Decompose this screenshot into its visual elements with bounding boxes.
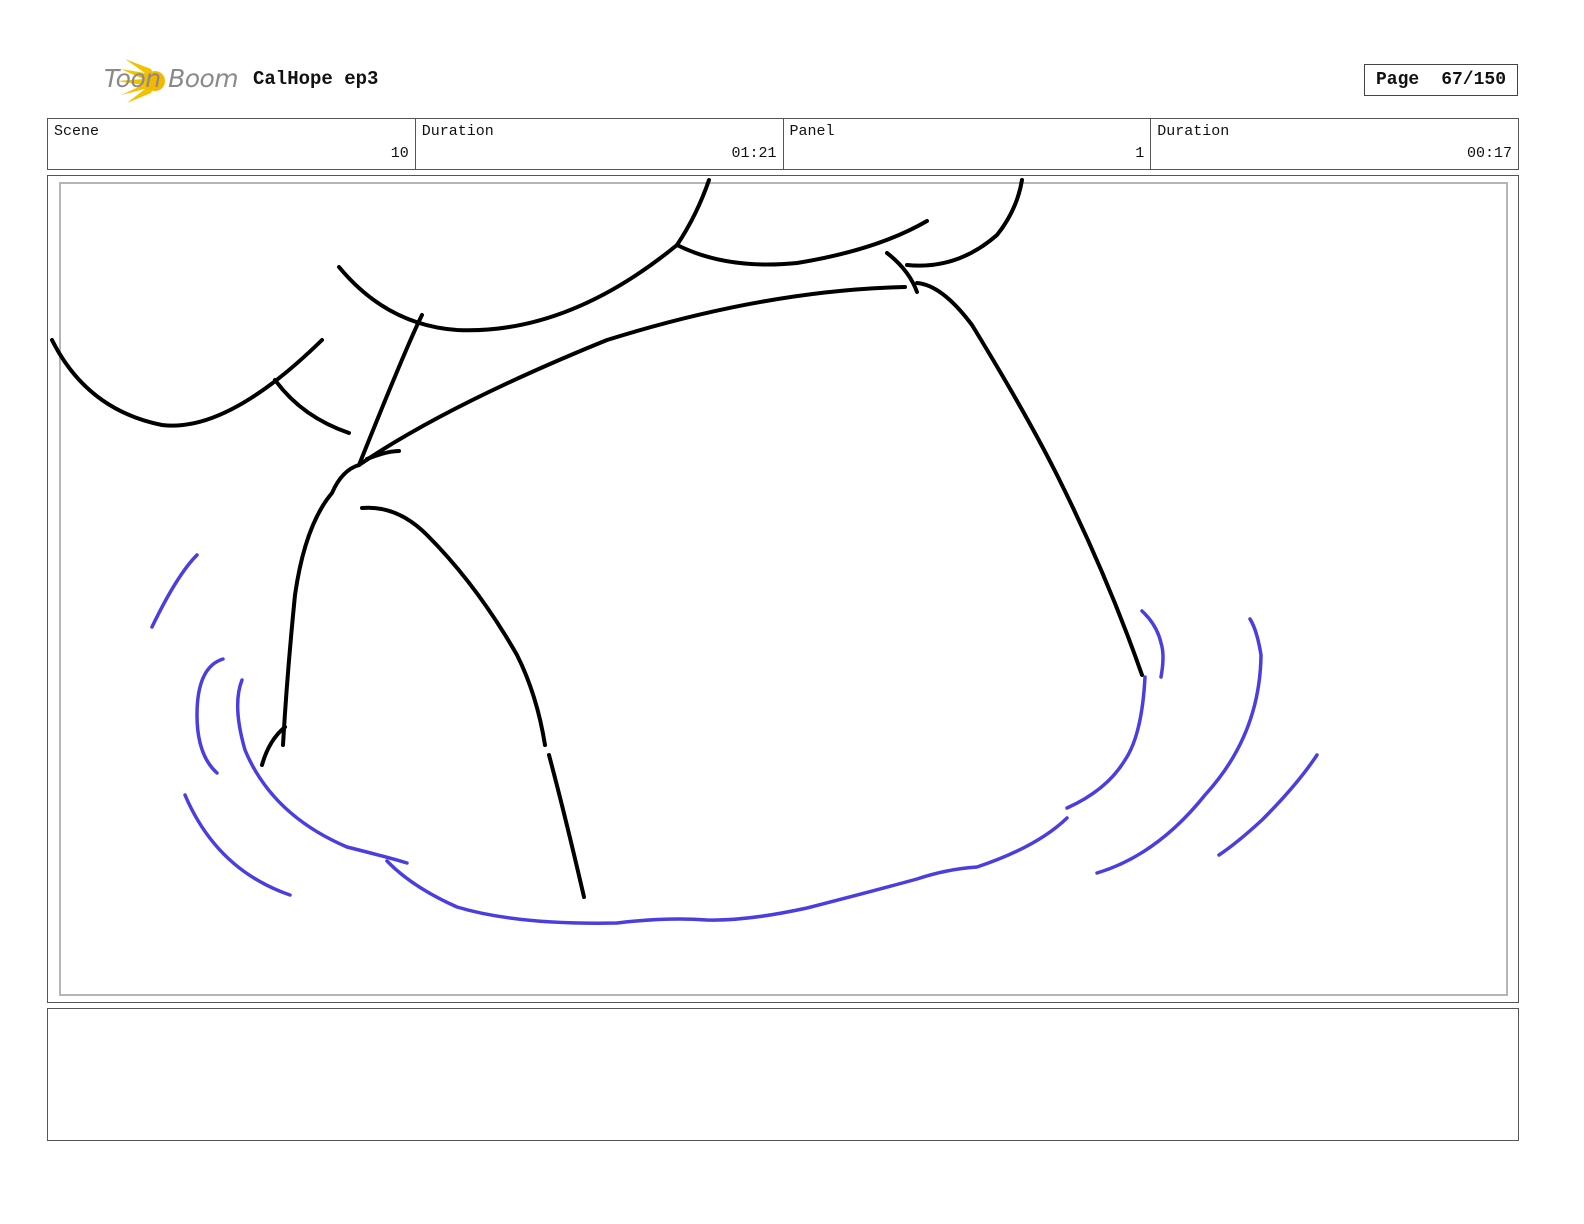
page-value: 67/150 [1441,70,1507,90]
scene-label: Scene [54,123,100,140]
scene-value: 10 [390,145,409,162]
page-counter: Page 67/150 [1364,64,1518,96]
panel-duration-label: Duration [1157,123,1230,140]
panel-duration-cell: Duration 00:17 [1151,119,1518,169]
scene-duration-cell: Duration 01:21 [416,119,784,169]
info-row: Scene 10 Duration 01:21 Panel 1 Duration… [47,118,1519,170]
scene-cell: Scene 10 [48,119,416,169]
black-ink-lines [50,178,1144,899]
scene-duration-label: Duration [421,123,494,140]
page-label: Page [1375,70,1420,90]
panel-duration-value: 00:17 [1466,145,1512,162]
storyboard-sketch [50,178,1319,925]
logo-text: Toon Boom [104,64,239,93]
panel-label: Panel [789,123,835,140]
notes-box [47,1008,1519,1141]
page-title: CalHope ep3 [253,68,379,90]
scene-duration-value: 01:21 [731,145,777,162]
panel-cell: Panel 1 [784,119,1152,169]
panel-value: 1 [1135,145,1145,162]
blue-motion-lines [150,553,1319,925]
